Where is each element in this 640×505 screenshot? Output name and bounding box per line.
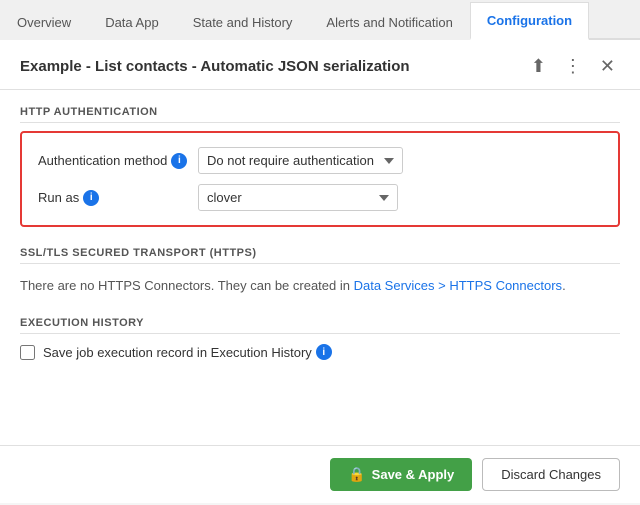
http-auth-section: HTTP AUTHENTICATION: [20, 106, 620, 123]
tab-overview[interactable]: Overview: [0, 4, 88, 40]
page-header: Example - List contacts - Automatic JSON…: [0, 40, 640, 90]
auth-method-control: Do not require authentication Basic Auth…: [198, 147, 403, 174]
auth-method-select[interactable]: Do not require authentication Basic Auth…: [198, 147, 403, 174]
auth-method-label: Authentication method i: [38, 153, 198, 169]
exec-history-checkbox-label: Save job execution record in Execution H…: [43, 344, 332, 360]
discard-changes-button[interactable]: Discard Changes: [482, 458, 620, 491]
save-icon: 🔒: [348, 466, 365, 483]
footer: 🔒 Save & Apply Discard Changes: [0, 445, 640, 503]
auth-method-info-icon[interactable]: i: [171, 153, 187, 169]
exec-history-checkbox[interactable]: [20, 345, 35, 360]
auth-method-row: Authentication method i Do not require a…: [38, 147, 602, 174]
page-title: Example - List contacts - Automatic JSON…: [20, 58, 410, 75]
more-options-icon[interactable]: ⋮: [559, 54, 587, 79]
run-as-select[interactable]: clover admin system: [198, 184, 398, 211]
run-as-row: Run as i clover admin system: [38, 184, 602, 211]
exec-checkbox-row: Save job execution record in Execution H…: [20, 344, 620, 360]
run-as-label: Run as i: [38, 190, 198, 206]
upload-icon[interactable]: ⬆: [526, 54, 551, 79]
exec-history-info-icon[interactable]: i: [316, 344, 332, 360]
exec-history-label: EXECUTION HISTORY: [20, 317, 620, 334]
tab-state-history[interactable]: State and History: [176, 4, 310, 40]
https-connectors-link[interactable]: Data Services > HTTPS Connectors: [354, 278, 562, 293]
tab-data-app[interactable]: Data App: [88, 4, 176, 40]
exec-history-section: EXECUTION HISTORY Save job execution rec…: [20, 317, 620, 360]
tab-configuration[interactable]: Configuration: [470, 2, 589, 40]
run-as-info-icon[interactable]: i: [83, 190, 99, 206]
save-apply-button[interactable]: 🔒 Save & Apply: [330, 458, 472, 491]
ssl-text: There are no HTTPS Connectors. They can …: [20, 272, 620, 299]
main-panel: Example - List contacts - Automatic JSON…: [0, 40, 640, 503]
header-icons: ⬆ ⋮ ✕: [526, 54, 620, 79]
tab-alerts[interactable]: Alerts and Notification: [309, 4, 469, 40]
ssl-section: SSL/TLS SECURED TRANSPORT (HTTPS) There …: [20, 247, 620, 299]
http-auth-label: HTTP AUTHENTICATION: [20, 106, 620, 123]
content-area: HTTP AUTHENTICATION Authentication metho…: [0, 90, 640, 445]
run-as-control: clover admin system: [198, 184, 398, 211]
close-icon[interactable]: ✕: [595, 54, 620, 79]
auth-section-box: Authentication method i Do not require a…: [20, 131, 620, 227]
tabs-bar: Overview Data App State and History Aler…: [0, 0, 640, 40]
ssl-section-label: SSL/TLS SECURED TRANSPORT (HTTPS): [20, 247, 620, 264]
